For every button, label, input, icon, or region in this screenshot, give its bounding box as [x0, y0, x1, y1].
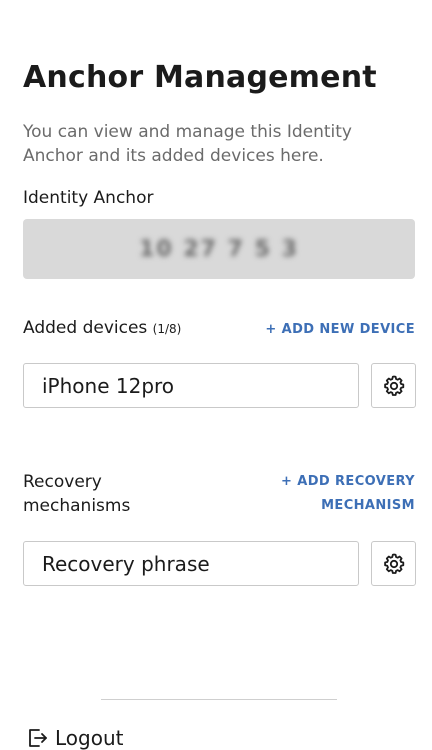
device-count: (1/8) — [152, 322, 182, 336]
anchor-management-page: Anchor Management You can view and manag… — [0, 0, 432, 750]
recovery-item[interactable]: Recovery phrase — [23, 541, 359, 586]
added-devices-heading: Added devices (1/8) — [23, 318, 181, 338]
gear-icon — [383, 375, 404, 396]
recovery-label-line1: Recovery — [23, 472, 102, 492]
device-settings-button[interactable] — [371, 363, 416, 408]
recovery-mechanisms-heading: Recovery mechanisms — [23, 470, 130, 518]
recovery-settings-button[interactable] — [371, 541, 416, 586]
device-item[interactable]: iPhone 12pro — [23, 363, 359, 408]
add-new-device-link[interactable]: + ADD NEW DEVICE — [265, 318, 415, 342]
logout-label: Logout — [55, 726, 124, 750]
added-devices-label: Added devices — [23, 318, 148, 338]
recovery-name: Recovery phrase — [42, 551, 210, 576]
add-recovery-line1: + ADD RECOVERY — [281, 474, 415, 489]
device-name: iPhone 12pro — [42, 373, 175, 398]
page-description: You can view and manage this Identity An… — [23, 122, 352, 166]
recovery-label-line2: mechanisms — [23, 496, 131, 516]
add-recovery-line2: MECHANISM — [321, 498, 415, 513]
identity-anchor-label: Identity Anchor — [23, 188, 154, 208]
identity-anchor-display: 10 27 7 5 3 — [23, 219, 415, 279]
footer-divider — [101, 699, 337, 700]
page-title: Anchor Management — [23, 60, 377, 95]
gear-icon — [383, 553, 404, 574]
logout-icon — [29, 729, 47, 747]
logout-button[interactable]: Logout — [25, 726, 123, 750]
add-recovery-mechanism-link[interactable]: + ADD RECOVERY MECHANISM — [281, 470, 415, 518]
identity-anchor-number: 10 27 7 5 3 — [139, 236, 299, 262]
